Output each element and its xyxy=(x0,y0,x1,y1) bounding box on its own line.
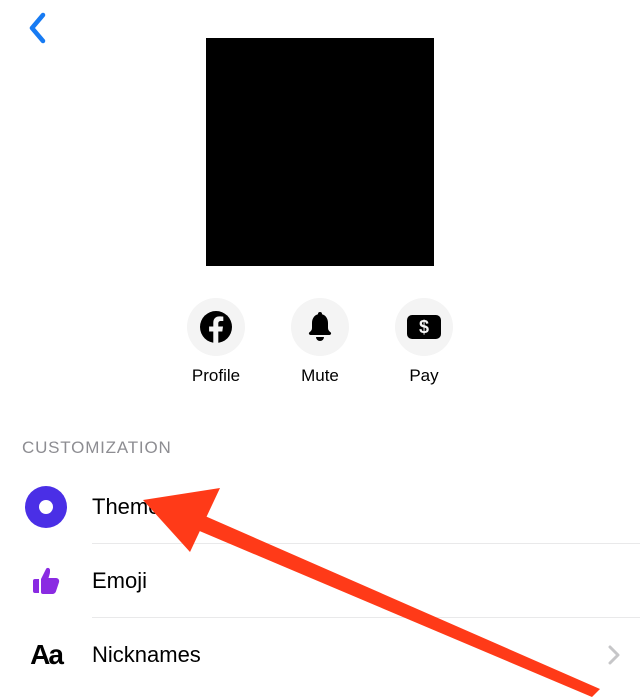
profile-action[interactable]: Profile xyxy=(187,298,245,386)
action-row: Profile Mute $ Pay xyxy=(0,298,640,386)
bell-icon xyxy=(305,311,335,343)
back-button[interactable] xyxy=(18,8,58,48)
mute-action[interactable]: Mute xyxy=(291,298,349,386)
action-circle xyxy=(187,298,245,356)
menu-icon-wrap xyxy=(0,563,92,599)
customization-section-header: CUSTOMIZATION xyxy=(22,438,172,458)
action-circle xyxy=(291,298,349,356)
theme-menu-item[interactable]: Theme xyxy=(0,470,640,544)
chevron-left-icon xyxy=(28,12,48,44)
theme-swatch-icon xyxy=(25,486,67,528)
nicknames-menu-item[interactable]: Aa Nicknames xyxy=(0,618,640,692)
emoji-menu-item[interactable]: Emoji xyxy=(0,544,640,618)
action-circle: $ xyxy=(395,298,453,356)
menu-icon-wrap: Aa xyxy=(0,639,92,671)
menu-text-wrap: Theme xyxy=(92,470,640,544)
pay-action-label: Pay xyxy=(409,366,438,386)
profile-image[interactable] xyxy=(206,38,434,266)
pay-action[interactable]: $ Pay xyxy=(395,298,453,386)
nicknames-label: Nicknames xyxy=(92,642,608,668)
theme-label: Theme xyxy=(92,494,620,520)
chevron-right-icon xyxy=(608,645,620,665)
svg-text:$: $ xyxy=(419,317,429,337)
aa-icon: Aa xyxy=(30,639,62,671)
mute-action-label: Mute xyxy=(301,366,339,386)
menu-icon-wrap xyxy=(0,486,92,528)
theme-swatch-inner xyxy=(39,500,53,514)
menu-text-wrap: Emoji xyxy=(92,544,640,618)
emoji-label: Emoji xyxy=(92,568,620,594)
customization-menu: Theme Emoji Aa Nicknames xyxy=(0,470,640,692)
menu-text-wrap: Nicknames xyxy=(92,618,640,692)
pay-icon: $ xyxy=(406,314,442,340)
profile-action-label: Profile xyxy=(192,366,240,386)
facebook-icon xyxy=(199,310,233,344)
thumbs-up-icon xyxy=(28,563,64,599)
